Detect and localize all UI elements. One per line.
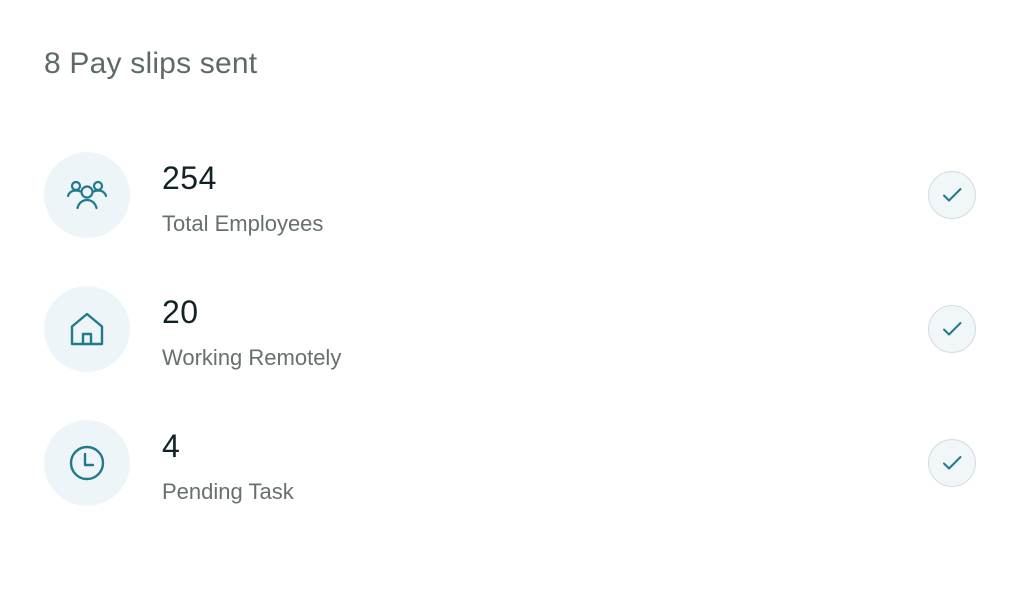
stat-value: 254 xyxy=(162,160,217,196)
page-title: 8 Pay slips sent xyxy=(44,47,258,80)
stat-row-pending-task: 4 Pending Task xyxy=(44,420,976,508)
stats-panel: 8 Pay slips sent 254 Total Employees 20 … xyxy=(0,0,1024,591)
stat-row-total-employees: 254 Total Employees xyxy=(44,152,976,240)
stat-label: Total Employees xyxy=(162,211,324,236)
home-icon xyxy=(44,286,130,372)
stat-value: 4 xyxy=(162,428,181,464)
stat-value: 20 xyxy=(162,294,199,330)
confirm-button[interactable] xyxy=(928,171,976,219)
people-icon xyxy=(44,152,130,238)
stat-label: Pending Task xyxy=(162,479,294,504)
confirm-button[interactable] xyxy=(928,439,976,487)
clock-icon xyxy=(44,420,130,506)
checkmark-icon xyxy=(943,188,962,202)
confirm-button[interactable] xyxy=(928,305,976,353)
stat-row-working-remotely: 20 Working Remotely xyxy=(44,286,976,374)
stat-label: Working Remotely xyxy=(162,345,342,370)
checkmark-icon xyxy=(943,456,962,470)
checkmark-icon xyxy=(943,322,962,336)
